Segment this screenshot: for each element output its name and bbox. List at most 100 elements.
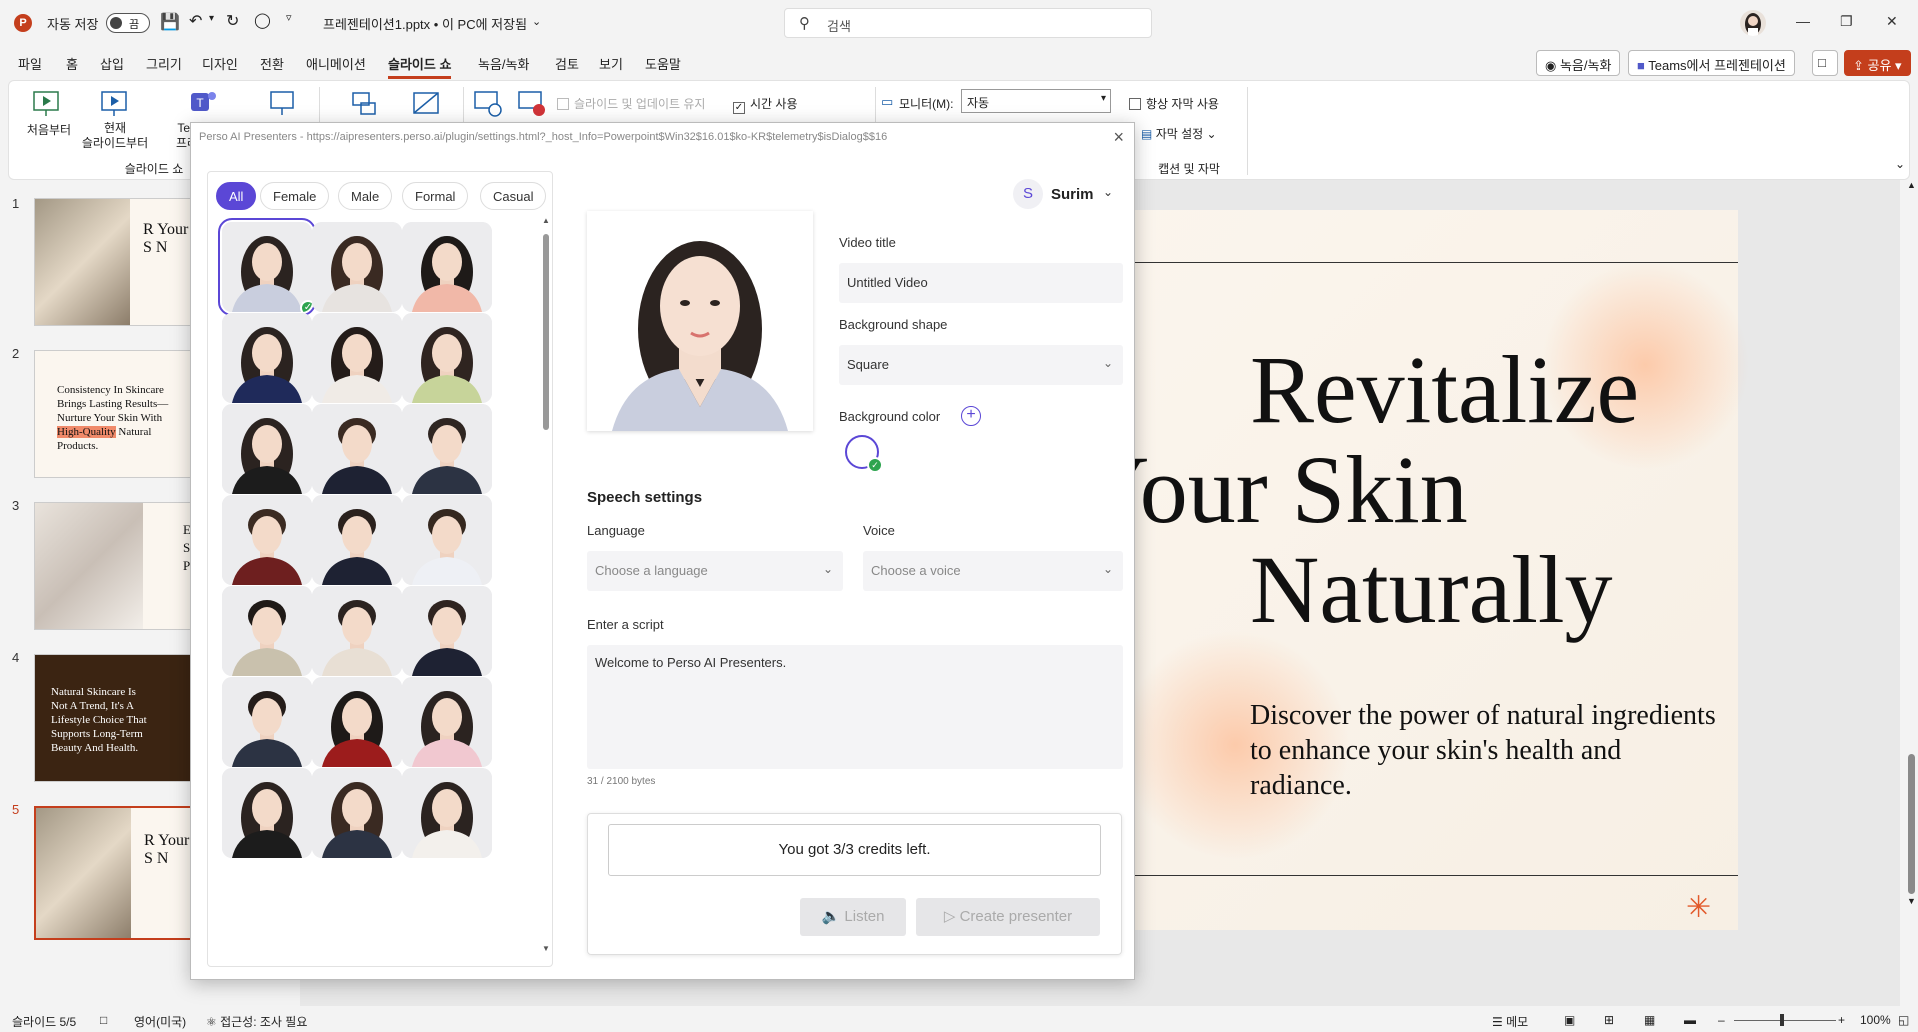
presenter-avatar[interactable] [222, 404, 312, 494]
presenter-avatar[interactable] [402, 404, 492, 494]
normal-view-icon[interactable]: ▣ [1564, 1013, 1575, 1027]
collapse-ribbon-icon[interactable]: ⌄ [1895, 157, 1905, 171]
presenter-view-icon[interactable] [267, 89, 297, 119]
menu-review[interactable]: 검토 [555, 54, 579, 73]
presenter-avatar[interactable] [402, 677, 492, 767]
avatar[interactable] [1740, 10, 1766, 36]
monitor-select[interactable]: 자동 ▾ [961, 89, 1111, 113]
menu-view[interactable]: 보기 [599, 54, 623, 73]
filter-formal[interactable]: Formal [402, 182, 469, 210]
save-icon[interactable]: 💾 [160, 12, 180, 32]
zoom-in-icon[interactable]: + [1838, 1013, 1845, 1027]
from-beginning-button[interactable]: 처음부터 [19, 121, 79, 138]
filter-male[interactable]: Male [338, 182, 393, 210]
setup-slideshow-icon[interactable] [349, 89, 379, 119]
always-subtitles-checkbox[interactable]: 항상 자막 사용 [1129, 95, 1219, 112]
autosave-toggle[interactable]: 끔 [106, 13, 150, 33]
accessibility-status[interactable]: ⚛ 접근성: 조사 필요 [206, 1013, 307, 1030]
menu-draw[interactable]: 그리기 [146, 54, 182, 73]
rehearse-timings-icon[interactable] [473, 89, 503, 119]
restore-icon[interactable]: ❐ [1840, 13, 1853, 30]
menu-design[interactable]: 디자인 [202, 54, 238, 73]
undo-dropdown-icon[interactable]: ▾ [209, 13, 214, 24]
slide-thumbnail-1[interactable]: R Your S N [34, 198, 194, 326]
fit-to-window-icon[interactable]: ◱ [1898, 1013, 1909, 1027]
presenter-scrollbar[interactable]: ▲ ▼ [542, 216, 550, 962]
slide-sorter-icon[interactable]: ⊞ [1604, 1013, 1614, 1027]
video-title-input[interactable]: Untitled Video [839, 263, 1123, 303]
notes-button[interactable]: ☰ 메모 [1492, 1013, 1528, 1030]
menu-insert[interactable]: 삽입 [100, 54, 124, 73]
share-button[interactable]: ⇪ 공유 ▾ [1844, 50, 1911, 76]
record-slideshow-icon[interactable] [517, 89, 547, 119]
search-box[interactable]: ⚲ 검색 [784, 8, 1152, 38]
user-initial-avatar[interactable]: S [1013, 179, 1043, 209]
slide-thumbnail-3[interactable]: E S P [34, 502, 194, 630]
presenter-avatar[interactable] [222, 586, 312, 676]
menu-record[interactable]: 녹음/녹화 [478, 54, 529, 73]
presenter-avatar[interactable] [402, 222, 492, 312]
presenter-avatar[interactable] [222, 495, 312, 585]
presenter-avatar[interactable] [222, 313, 312, 403]
menu-home[interactable]: 홈 [66, 54, 78, 73]
presenter-avatar[interactable] [402, 586, 492, 676]
zoom-slider[interactable] [1734, 1020, 1836, 1021]
presenter-avatar[interactable] [312, 404, 402, 494]
voice-select[interactable]: Choose a voice ⌄ [863, 551, 1123, 591]
script-textarea[interactable]: Welcome to Perso AI Presenters. [587, 645, 1123, 769]
redo-icon[interactable]: ↻ [226, 11, 239, 31]
color-swatch-white[interactable]: ✓ [845, 435, 883, 473]
slide-thumbnail-4[interactable]: Natural Skincare Is Not A Trend, It's A … [34, 654, 194, 782]
slideshow-start-icon[interactable]: ◯ [254, 11, 271, 29]
teams-present-button[interactable]: ■ Teams에서 프레젠테이션 [1628, 50, 1795, 76]
close-icon[interactable]: × [1113, 127, 1124, 148]
slide-canvas[interactable]: Revitalize Your Skin Naturally Discover … [1080, 210, 1750, 930]
subtitle-settings-button[interactable]: ▤ 자막 설정 ⌄ [1141, 125, 1217, 142]
presenter-avatar[interactable] [402, 768, 492, 858]
comments-button[interactable]: □ [1812, 50, 1838, 76]
presenter-avatar[interactable] [312, 677, 402, 767]
from-current-button[interactable]: 현재 슬라이드부터 [77, 121, 153, 151]
slideshow-view-icon[interactable]: ▬ [1684, 1013, 1696, 1027]
presenter-avatar[interactable] [312, 768, 402, 858]
use-timings-checkbox[interactable]: ✓ 시간 사용 [733, 95, 798, 114]
presenter-avatar[interactable] [222, 677, 312, 767]
background-shape-select[interactable]: Square ⌄ [839, 345, 1123, 385]
customize-qat-icon[interactable]: ▿ [286, 11, 292, 24]
filter-casual[interactable]: Casual [480, 182, 547, 210]
menu-slideshow[interactable]: 슬라이드 쇼 [388, 54, 452, 79]
filter-all[interactable]: All [216, 182, 257, 210]
language-select[interactable]: Choose a language ⌄ [587, 551, 843, 591]
listen-button[interactable]: 🔈 Listen [800, 898, 906, 936]
hide-slide-icon[interactable] [411, 89, 441, 119]
spellcheck-icon[interactable]: □ [100, 1013, 107, 1027]
presenter-avatar[interactable] [222, 768, 312, 858]
slide-thumbnail-2[interactable]: Consistency In Skincare Brings Lasting R… [34, 350, 194, 478]
close-icon[interactable]: ✕ [1886, 13, 1898, 30]
chevron-down-icon[interactable]: ⌄ [532, 15, 541, 28]
menu-transitions[interactable]: 전환 [260, 54, 284, 73]
chevron-down-icon[interactable]: ⌄ [1103, 185, 1113, 199]
document-title[interactable]: 프레젠테이션1.pptx • 이 PC에 저장됨 [323, 14, 527, 33]
slide-scrollbar[interactable]: ▲ ▼ [1905, 180, 1918, 940]
slide-thumbnail-5[interactable]: R Your S N [34, 806, 194, 940]
menu-help[interactable]: 도움말 [645, 54, 681, 73]
presenter-avatar[interactable] [312, 586, 402, 676]
presenter-avatar[interactable] [312, 222, 402, 312]
minimize-icon[interactable]: — [1796, 13, 1810, 29]
language-status[interactable]: 영어(미국) [134, 1013, 186, 1030]
presenter-avatar[interactable]: ✓ [218, 218, 316, 316]
zoom-slider-thumb[interactable] [1780, 1014, 1784, 1026]
filter-female[interactable]: Female [260, 182, 330, 210]
menu-animations[interactable]: 애니메이션 [306, 54, 366, 73]
presenter-avatar[interactable] [312, 495, 402, 585]
presenter-avatar[interactable] [312, 313, 402, 403]
user-name[interactable]: Surim [1051, 186, 1094, 203]
presenter-avatar[interactable] [402, 495, 492, 585]
zoom-out-icon[interactable]: – [1718, 1013, 1725, 1027]
presenter-avatar[interactable] [402, 313, 492, 403]
menu-file[interactable]: 파일 [18, 54, 42, 73]
add-color-icon[interactable]: + [961, 406, 981, 426]
record-button[interactable]: ◉ 녹음/녹화 [1536, 50, 1621, 76]
keep-updated-checkbox[interactable]: 슬라이드 및 업데이트 유지 [557, 95, 705, 112]
